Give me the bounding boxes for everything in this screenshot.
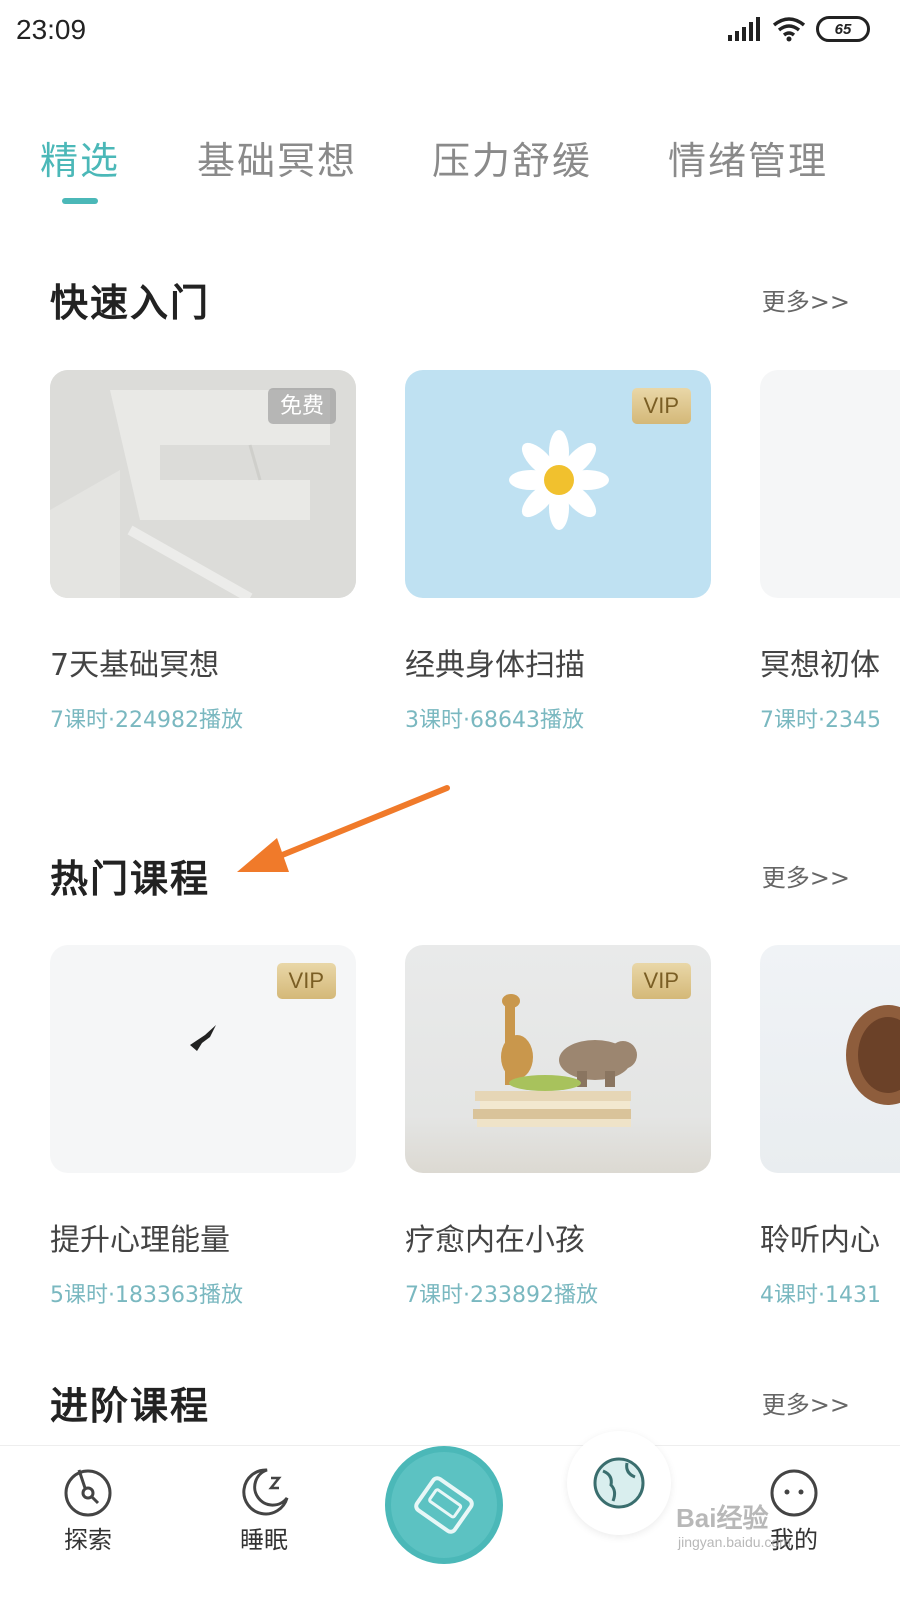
tab-featured[interactable]: 精选 (40, 130, 120, 185)
course-meta: 7课时·224982播放 (50, 708, 243, 733)
course-meta: 5课时·183363播放 (50, 1283, 243, 1308)
section-header-popular: 热门课程 更多>> (50, 848, 850, 908)
course-thumbnail[interactable] (760, 945, 900, 1173)
course-card[interactable]: 冥想初体 7课时·2345 (760, 370, 900, 734)
more-link[interactable]: 更多>> (762, 282, 850, 317)
tab-emotion-management[interactable]: 情绪管理 (668, 130, 828, 185)
course-card[interactable]: 聆听内心 4课时·1431 (760, 945, 900, 1309)
vip-badge: VIP (631, 388, 691, 424)
course-thumbnail[interactable]: VIP (405, 945, 711, 1173)
pinecone-image (846, 1005, 900, 1105)
nav-sleep[interactable]: 睡眠 (214, 1464, 314, 1555)
course-title: 疗愈内在小孩 (405, 1223, 585, 1258)
section-title: 快速入门 (50, 281, 211, 325)
status-time: 23:09 (16, 14, 87, 45)
course-thumbnail[interactable]: VIP (50, 945, 356, 1173)
course-thumbnail[interactable] (760, 370, 900, 598)
course-meta: 3课时·68643播放 (405, 708, 584, 733)
moon-icon (242, 1468, 289, 1516)
watermark-url: jingyan.baidu.com (678, 1534, 791, 1550)
course-card[interactable]: VIP 经典身体扫描 3课时·68643播放 (405, 370, 711, 734)
active-tab-indicator (62, 198, 98, 204)
course-title: 7天基础冥想 (50, 648, 220, 683)
vip-badge: VIP (276, 963, 336, 999)
nav-explore[interactable]: 探索 (38, 1464, 138, 1555)
player-cassette-icon (414, 1476, 474, 1534)
section-title: 进阶课程 (50, 1384, 211, 1428)
battery-icon: 65 (816, 16, 870, 42)
category-tabs: 精选 基础冥想 压力舒缓 情绪管理 (0, 130, 900, 210)
course-thumbnail[interactable]: 免费 (50, 370, 356, 598)
watermark: Bai经验 (676, 1503, 769, 1533)
nav-label: 睡眠 (240, 1526, 288, 1554)
more-link[interactable]: 更多>> (762, 1385, 850, 1420)
course-title: 冥想初体 (760, 648, 880, 683)
face-icon (770, 1469, 818, 1517)
status-bar: 23:09 65 (0, 0, 900, 62)
tab-stress-relief[interactable]: 压力舒缓 (432, 130, 592, 185)
free-badge: 免费 (267, 388, 336, 424)
course-thumbnail[interactable]: VIP (405, 370, 711, 598)
globe-icon (593, 1457, 645, 1509)
status-icons: 65 (728, 16, 870, 42)
community-button[interactable] (567, 1431, 671, 1535)
course-meta: 7课时·2345 (760, 708, 881, 733)
course-card[interactable]: VIP 提升心理能量 5课时·183363播放 (50, 945, 356, 1309)
battery-level: 65 (834, 20, 852, 38)
course-title: 经典身体扫描 (405, 648, 585, 683)
more-link[interactable]: 更多>> (762, 858, 850, 893)
section-header-quick-start: 快速入门 更多>> (50, 272, 850, 332)
course-card[interactable]: VIP 疗愈内在小孩 7课时·233892播放 (405, 945, 711, 1309)
vip-badge: VIP (631, 963, 691, 999)
player-button[interactable] (385, 1446, 503, 1564)
compass-icon (64, 1469, 112, 1517)
nav-label: 探索 (64, 1526, 112, 1554)
bottom-navigation: 探索 睡眠 我的 Bai经验 jingyan.baidu.com (0, 1431, 900, 1600)
wifi-icon (772, 17, 806, 42)
tab-basic-meditation[interactable]: 基础冥想 (197, 130, 357, 185)
section-title: 热门课程 (50, 857, 211, 901)
course-meta: 7课时·233892播放 (405, 1283, 598, 1308)
course-title: 提升心理能量 (50, 1223, 230, 1258)
course-meta: 4课时·1431 (760, 1283, 881, 1308)
section-header-advanced: 进阶课程 更多>> (50, 1375, 850, 1435)
signal-icon (728, 17, 760, 41)
course-card[interactable]: 免费 7天基础冥想 7课时·224982播放 (50, 370, 356, 734)
course-title: 聆听内心 (760, 1223, 880, 1258)
